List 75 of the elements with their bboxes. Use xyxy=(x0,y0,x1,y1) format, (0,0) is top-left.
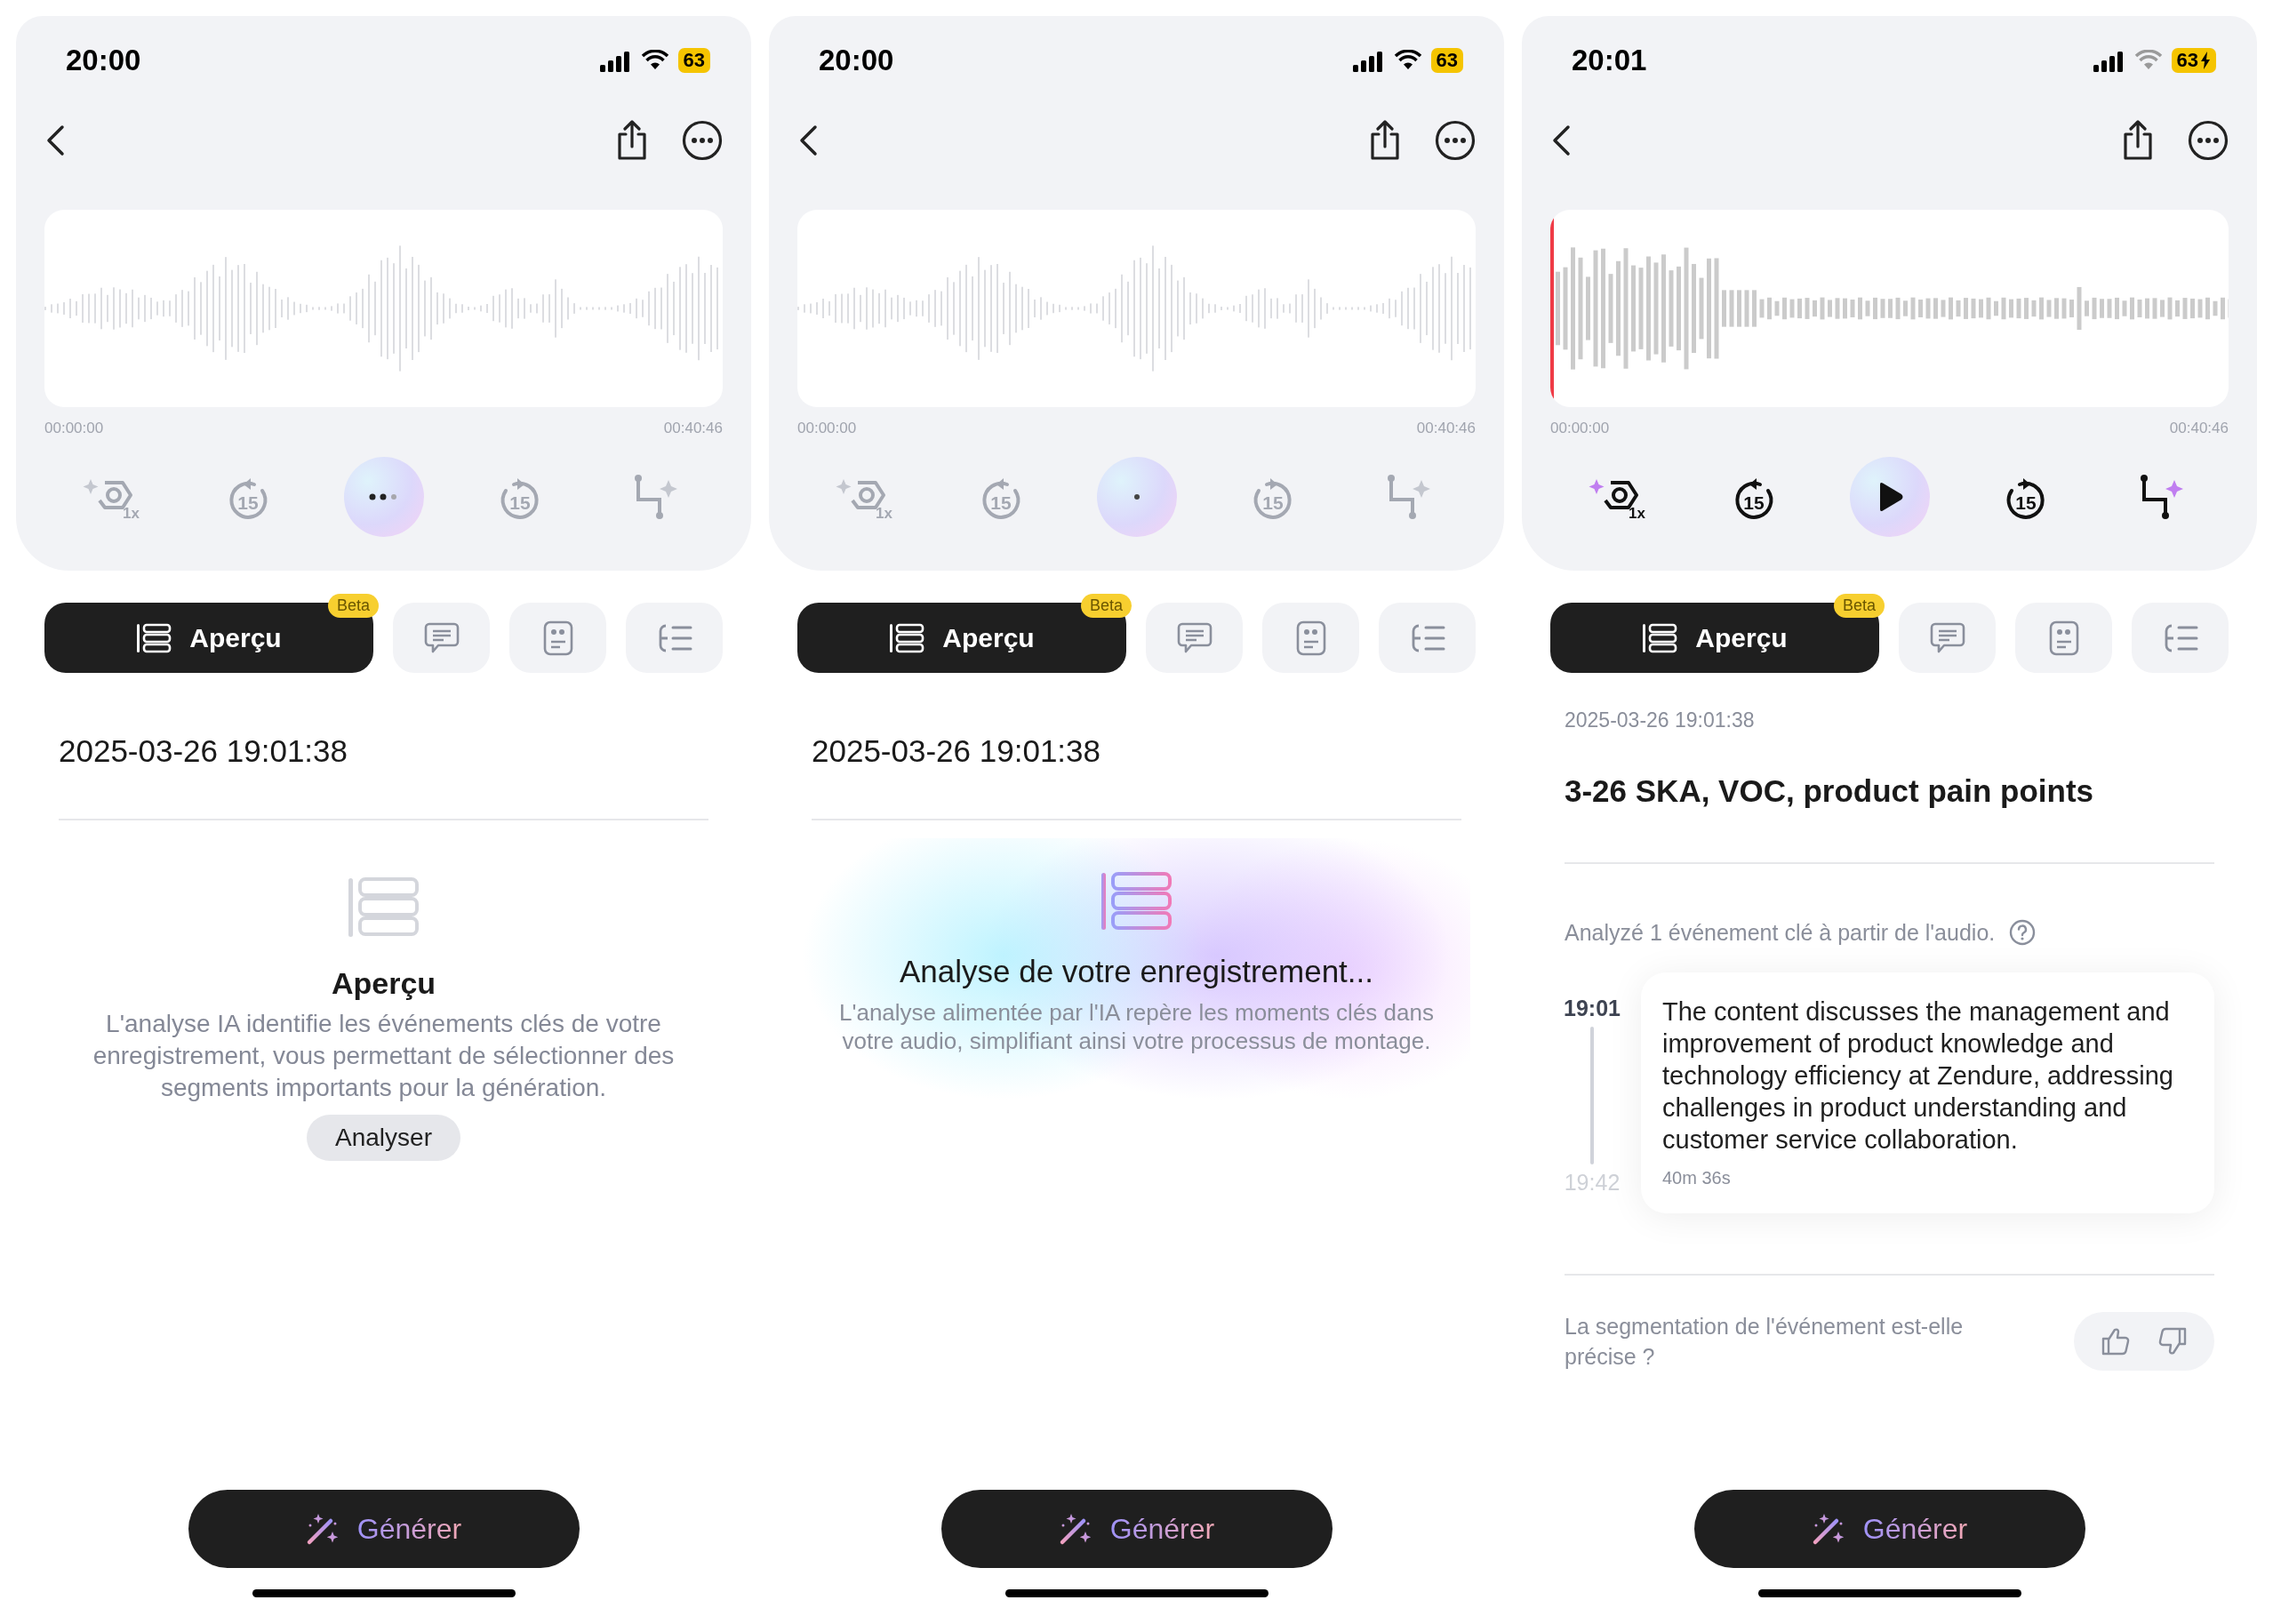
skip-forward-button[interactable]: 15 xyxy=(2003,473,2048,521)
end-time: 00:40:46 xyxy=(1416,420,1476,437)
analysis-title: Analyse de votre enregistrement... xyxy=(899,954,1374,989)
end-time: 00:40:46 xyxy=(2169,420,2229,437)
loading-dot-icon xyxy=(1133,494,1140,500)
recording-date: 2025-03-26 19:01:38 xyxy=(58,732,348,769)
skip-back-button[interactable]: 15 xyxy=(1731,473,1776,521)
signal-icon xyxy=(599,49,632,72)
help-icon[interactable] xyxy=(2009,919,2037,946)
empty-state-title: Aperçu xyxy=(331,966,436,1001)
start-time: 00:00:00 xyxy=(44,420,104,437)
speed-button[interactable]: 1x xyxy=(1585,470,1650,524)
more-icon[interactable] xyxy=(2188,120,2229,161)
battery-indicator: 63 xyxy=(1430,48,1463,73)
chat-icon xyxy=(1176,620,1213,655)
quote-tab[interactable] xyxy=(1262,603,1359,673)
event-start-time: 19:01 xyxy=(1564,996,1621,1021)
beta-badge: Beta xyxy=(327,594,379,618)
list-icon xyxy=(889,622,925,653)
waveform[interactable] xyxy=(1550,210,2229,407)
battery-indicator: 63 xyxy=(677,48,710,73)
outline-tab[interactable] xyxy=(1379,603,1476,673)
wifi-icon xyxy=(1393,50,1422,71)
status-time: 20:01 xyxy=(1572,44,1647,77)
quote-tab[interactable] xyxy=(509,603,606,673)
signal-icon xyxy=(1352,49,1385,72)
thumbs-down-button[interactable] xyxy=(2157,1326,2188,1356)
start-time: 00:00:00 xyxy=(797,420,857,437)
outline-tab[interactable] xyxy=(626,603,723,673)
wifi-icon xyxy=(640,50,669,71)
quote-document-icon xyxy=(1295,620,1326,656)
feedback-question: La segmentation de l'événement est-elle précise ? xyxy=(1565,1313,1965,1371)
more-icon[interactable] xyxy=(682,120,723,161)
magic-wand-icon xyxy=(1811,1512,1845,1546)
chat-icon xyxy=(423,620,460,655)
start-time: 00:00:00 xyxy=(1550,420,1610,437)
analysis-note: Analyzé 1 événement clé à partir de l'audio. xyxy=(1565,919,1996,946)
back-icon[interactable] xyxy=(44,124,66,156)
back-icon[interactable] xyxy=(797,124,819,156)
status-time: 20:00 xyxy=(819,44,894,77)
end-time: 00:40:46 xyxy=(663,420,723,437)
recording-date: 2025-03-26 19:01:38 xyxy=(811,732,1101,769)
list-icon xyxy=(1642,622,1678,653)
chat-tab[interactable] xyxy=(1899,603,1996,673)
recording-date: 2025-03-26 19:01:38 xyxy=(1564,708,1756,732)
outline-tab[interactable] xyxy=(2132,603,2229,673)
beta-badge: Beta xyxy=(1833,594,1885,618)
list-icon xyxy=(1100,872,1173,932)
generate-button[interactable]: Générer xyxy=(940,1490,1333,1568)
wifi-icon xyxy=(2133,50,2163,71)
generate-button[interactable]: Générer xyxy=(1693,1490,2085,1568)
magic-wand-icon xyxy=(305,1512,340,1546)
chat-tab[interactable] xyxy=(1146,603,1243,673)
more-icon[interactable] xyxy=(1435,120,1476,161)
analysis-description: L'analyse alimentée par l'IA repère les moments clés dans votre audio, simplifiant ainsi votre processus de montage. xyxy=(838,998,1435,1055)
thumbs-up-button[interactable] xyxy=(2101,1326,2131,1356)
quote-document-icon xyxy=(2048,620,2079,656)
analyze-button[interactable]: Analyser xyxy=(307,1115,460,1161)
magic-wand-icon xyxy=(1058,1512,1092,1546)
quote-tab[interactable] xyxy=(2015,603,2112,673)
event-duration: 40m 36s xyxy=(1662,1168,1732,1188)
status-time: 20:00 xyxy=(66,44,141,77)
loading-dots-icon xyxy=(368,493,399,500)
battery-indicator: 63 xyxy=(2171,48,2216,73)
event-summary: The content discusses the management and improvement of product knowledge and technology efficiency at Zendure, addressing challenges in product understanding and customer service collaboration. xyxy=(1662,996,2174,1156)
beta-badge: Beta xyxy=(1080,594,1132,618)
chat-tab[interactable] xyxy=(393,603,490,673)
recording-title: 3-26 SKA, VOC, product pain points xyxy=(1564,772,2095,809)
list-icon xyxy=(136,622,172,653)
empty-state-description: L'analyse IA identifie les événements clés de votre enregistrement, vous permettant de sélectionner des segments importants pour la génération. xyxy=(92,1009,676,1103)
signal-icon xyxy=(2093,49,2125,72)
generate-button[interactable]: Générer xyxy=(188,1490,580,1568)
quote-document-icon xyxy=(542,620,573,656)
chat-icon xyxy=(1929,620,1965,655)
back-icon[interactable] xyxy=(1550,124,1572,156)
